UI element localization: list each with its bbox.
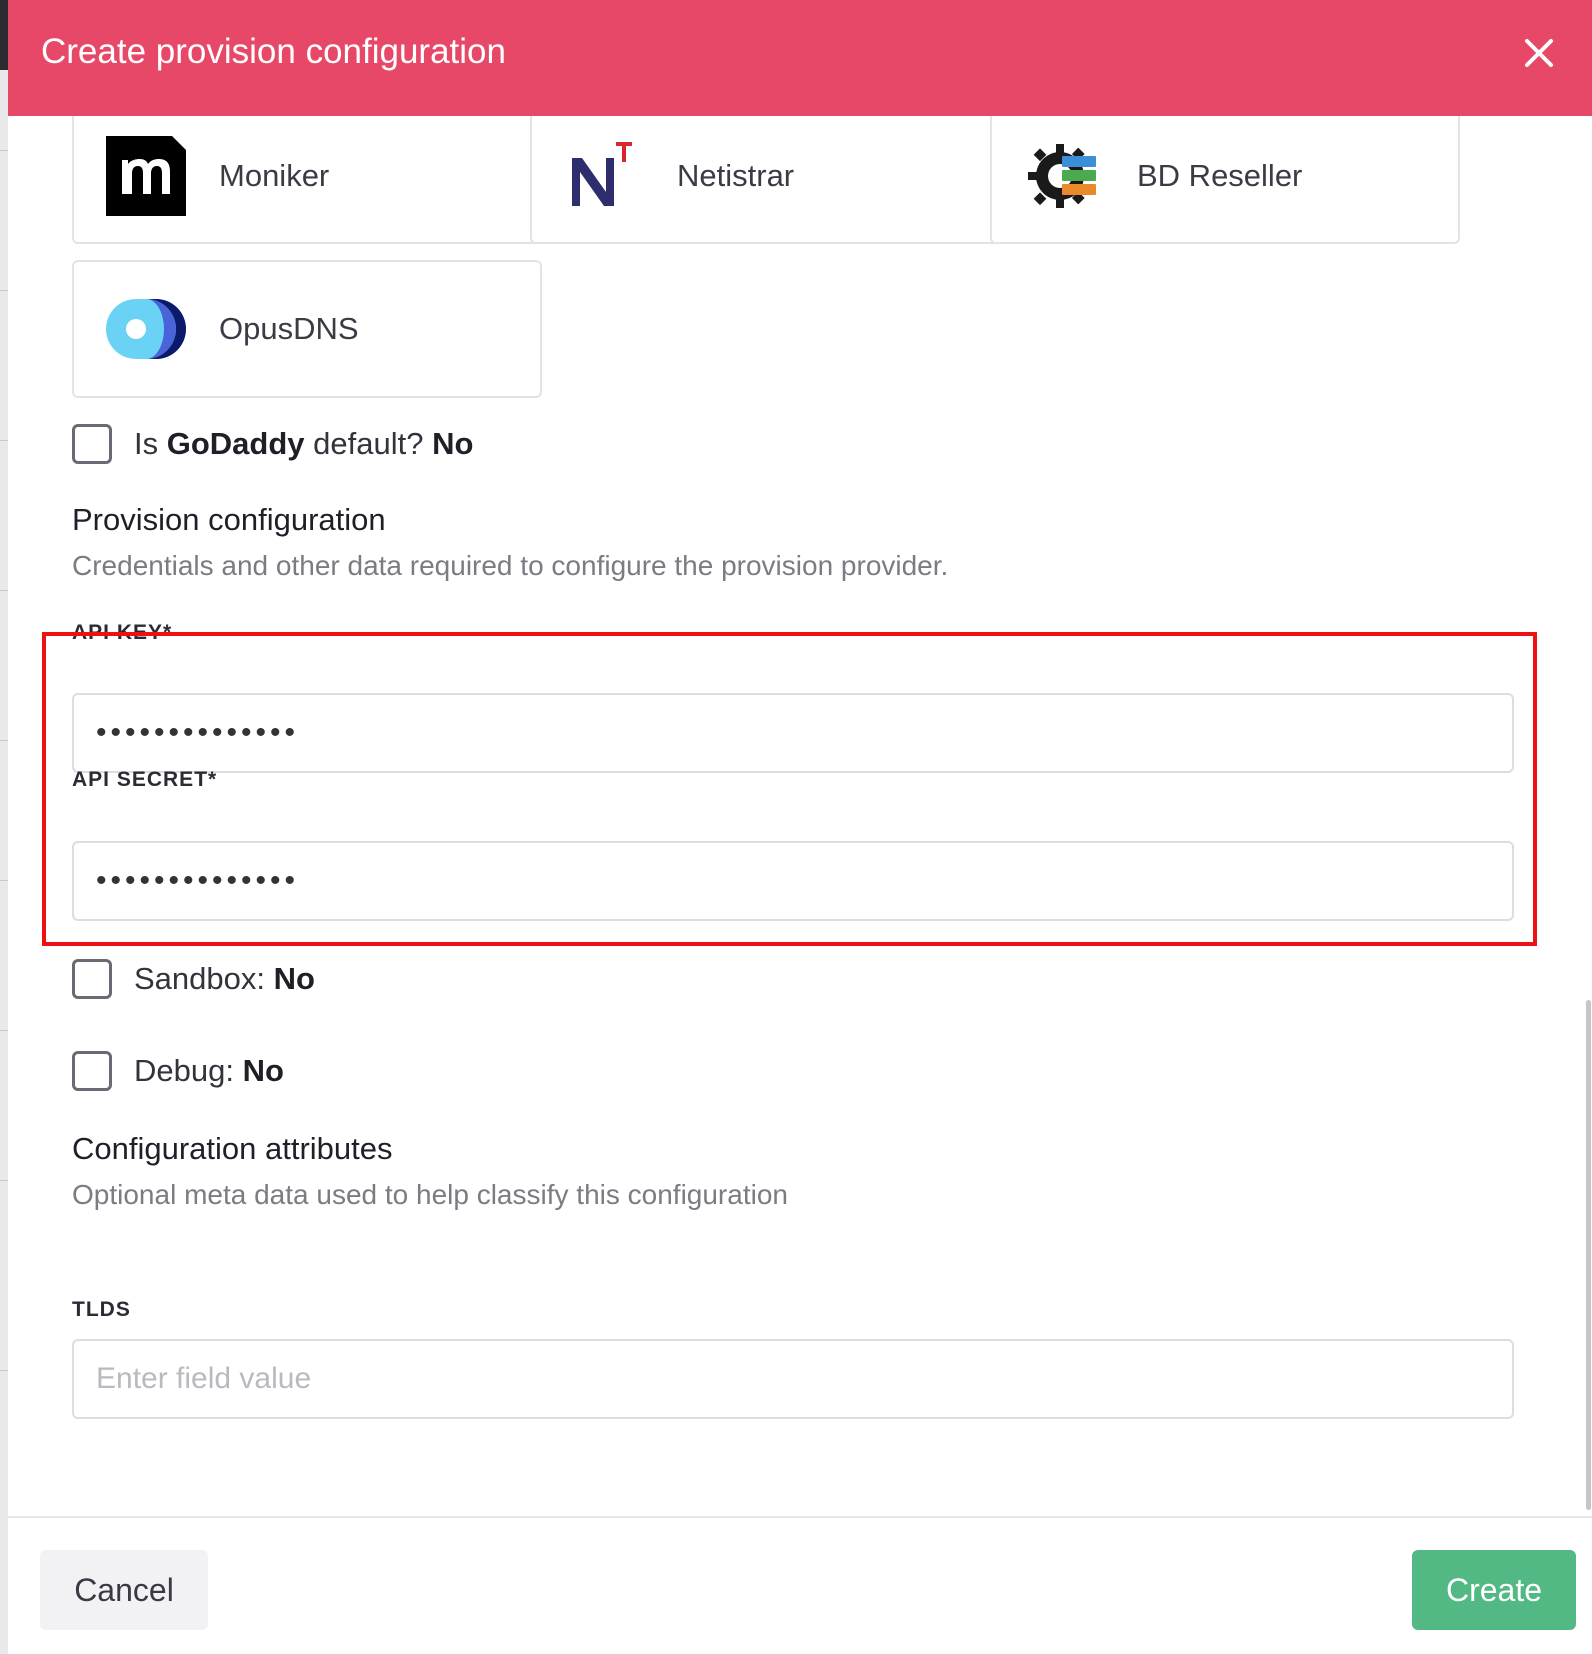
background-page-strip: [0, 0, 8, 1654]
provider-name: Moniker: [219, 158, 330, 193]
tlds-label: TLDS: [72, 1298, 131, 1321]
sandbox-checkbox[interactable]: Sandbox: No: [72, 957, 315, 1001]
provision-config-title: Provision configuration: [72, 502, 386, 537]
create-provision-modal: Create provision configuration Moniker N…: [8, 0, 1592, 1654]
godaddy-default-label: Is GoDaddy default? No: [134, 426, 474, 461]
provider-name: BD Reseller: [1137, 158, 1303, 193]
api-secret-input[interactable]: [72, 841, 1514, 921]
create-button[interactable]: Create: [1412, 1550, 1576, 1630]
close-icon[interactable]: [1518, 32, 1560, 74]
modal-footer: Cancel Create: [8, 1516, 1592, 1654]
debug-checkbox[interactable]: Debug: No: [72, 1049, 284, 1093]
scrollbar[interactable]: [1586, 1000, 1591, 1510]
opusdns-logo-icon: [106, 289, 186, 369]
netistrar-logo-icon: [564, 136, 644, 216]
provider-card-bd-reseller[interactable]: BD Reseller: [990, 116, 1460, 244]
cancel-button[interactable]: Cancel: [40, 1550, 208, 1630]
bd-reseller-logo-icon: [1024, 136, 1104, 216]
tlds-input[interactable]: [72, 1339, 1514, 1419]
modal-header: Create provision configuration: [8, 0, 1592, 116]
api-key-input[interactable]: [72, 693, 1514, 773]
provider-card-netistrar[interactable]: Netistrar: [530, 116, 1000, 244]
provision-config-description: Credentials and other data required to c…: [72, 550, 949, 581]
config-attributes-title: Configuration attributes: [72, 1131, 393, 1166]
provider-name: OpusDNS: [219, 311, 359, 346]
sandbox-label: Sandbox: No: [134, 961, 315, 996]
moniker-logo-icon: [106, 136, 186, 216]
modal-title: Create provision configuration: [41, 32, 506, 71]
godaddy-default-checkbox[interactable]: Is GoDaddy default? No: [72, 422, 473, 466]
checkbox[interactable]: [72, 1051, 112, 1091]
modal-body[interactable]: Moniker Netistrar BD Reseller OpusDNS Is…: [8, 116, 1592, 1516]
provider-name: Netistrar: [677, 158, 795, 193]
checkbox[interactable]: [72, 959, 112, 999]
config-attributes-description: Optional meta data used to help classify…: [72, 1179, 788, 1210]
checkbox[interactable]: [72, 424, 112, 464]
api-secret-label: API SECRET*: [72, 768, 218, 791]
api-key-label: API KEY*: [72, 621, 173, 644]
provider-card-moniker[interactable]: Moniker: [72, 116, 542, 244]
debug-label: Debug: No: [134, 1053, 284, 1088]
provider-card-opusdns[interactable]: OpusDNS: [72, 260, 542, 398]
